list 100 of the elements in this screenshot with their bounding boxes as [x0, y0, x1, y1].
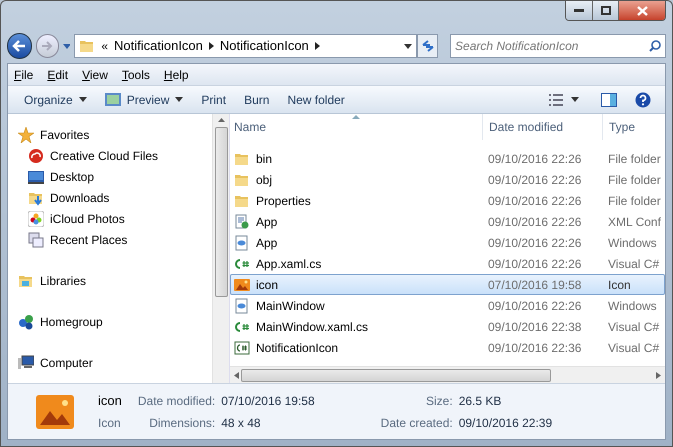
date-cell-text: 09/10/2016 22:26 — [487, 214, 582, 230]
file-row[interactable]: obj 09/10/2016 22:26 File folder — [230, 169, 665, 190]
toolbar-button[interactable]: Print — [195, 88, 232, 110]
file-name: bin — [256, 150, 272, 168]
file-name: App — [256, 214, 278, 230]
detail-value: 09/10/2016 22:39 — [458, 414, 552, 432]
picture-icon — [234, 276, 250, 292]
toolbar-button[interactable]: Organize — [18, 88, 93, 110]
file-name: icon — [256, 276, 278, 294]
nav-item[interactable]: iCloud Photos — [18, 208, 212, 229]
list-view-icon — [549, 94, 563, 106]
nav-item[interactable]: Homegroup — [18, 311, 212, 332]
back-button[interactable] — [7, 33, 32, 59]
minimize-button[interactable] — [566, 1, 593, 20]
close-icon — [636, 6, 648, 16]
detail-label: Size: — [425, 392, 453, 410]
homegroup-icon — [18, 314, 34, 330]
nav-item[interactable]: Libraries — [18, 270, 212, 291]
file-name: Properties — [256, 192, 311, 210]
document-icon — [234, 214, 250, 230]
type-cell-text: XML Conf — [607, 214, 661, 230]
scrollbar[interactable] — [212, 114, 229, 383]
date-cell-text: 09/10/2016 22:26 — [487, 192, 582, 210]
file-row[interactable]: NotificationIcon 09/10/2016 22:36 Visual C# — [230, 337, 665, 358]
computer-icon — [18, 354, 34, 370]
file-name: obj — [256, 172, 272, 188]
refresh-icon — [420, 40, 434, 52]
search-icon — [649, 40, 662, 52]
toolbar-button[interactable]: New folder — [281, 88, 351, 110]
caret-icon — [571, 97, 579, 102]
menu-item[interactable]: File — [14, 66, 34, 84]
column-header[interactable]: Name — [230, 114, 482, 140]
file-row[interactable]: App 09/10/2016 22:26 XML Conf — [230, 211, 665, 232]
date-cell-text: 09/10/2016 22:26 — [487, 256, 582, 272]
breadcrumb[interactable]: NotificationIcon — [114, 36, 203, 56]
scroll-right-arrow-icon[interactable] — [656, 372, 661, 378]
date-cell-text: 09/10/2016 22:26 — [487, 298, 582, 314]
file-row[interactable]: icon 07/10/2016 19:58 Icon — [230, 274, 665, 295]
document-icon — [234, 298, 250, 314]
column-header[interactable]: Date modified — [482, 114, 602, 140]
nav-item[interactable]: Downloads — [18, 187, 212, 208]
pane-icon — [601, 92, 617, 106]
overflow-chevron[interactable]: « — [101, 37, 108, 55]
date-cell-text: 09/10/2016 22:38 — [487, 318, 582, 336]
file-row[interactable]: Properties 09/10/2016 22:26 File folder — [230, 190, 665, 211]
refresh-button[interactable] — [417, 34, 438, 58]
scroll-up-arrow-icon[interactable] — [218, 118, 224, 122]
project-file-icon — [234, 340, 250, 356]
scroll-left-arrow-icon[interactable] — [234, 372, 239, 378]
close-button[interactable] — [619, 1, 665, 20]
file-name: App — [256, 234, 278, 252]
toolbar-button[interactable]: Burn — [238, 88, 276, 110]
menu-item[interactable]: Tools — [122, 66, 150, 84]
nav-item[interactable]: Computer — [18, 352, 212, 373]
date-cell-text: 07/10/2016 19:58 — [487, 276, 582, 294]
document-icon — [234, 234, 250, 250]
search-field[interactable]: Search NotificationIcon — [450, 34, 666, 58]
file-row[interactable]: MainWindow 09/10/2016 22:26 Windows — [230, 295, 665, 316]
picture-icon — [36, 394, 74, 428]
toolbar-button[interactable]: Preview — [98, 88, 190, 110]
maximize-button[interactable] — [593, 1, 619, 20]
type-cell-text: Visual C# — [607, 340, 660, 356]
desktop-icon — [28, 168, 44, 184]
file-name: icon — [98, 392, 122, 410]
chevron-icon — [208, 42, 214, 50]
back-arrow-icon — [12, 40, 26, 52]
date-cell-text: 09/10/2016 22:26 — [487, 234, 582, 252]
address-bar[interactable]: « NotificationIcon NotificationIcon — [74, 34, 417, 58]
file-row[interactable]: App 09/10/2016 22:26 Windows — [230, 232, 665, 253]
help-button[interactable] — [635, 92, 651, 108]
caret-icon[interactable] — [62, 44, 70, 48]
horizontal-scrollbar[interactable] — [230, 366, 665, 383]
caret-icon — [404, 44, 412, 48]
file-name: MainWindow — [256, 298, 325, 314]
file-name: NotificationIcon — [256, 340, 338, 356]
menu-item[interactable]: Help — [164, 66, 189, 84]
forward-arrow-icon — [41, 41, 54, 51]
type-cell-text: Visual C# — [607, 256, 660, 272]
nav-item[interactable]: Desktop — [18, 166, 212, 187]
nav-item[interactable]: Favorites — [18, 124, 212, 145]
nav-item[interactable]: Recent Places — [18, 229, 212, 250]
minimize-icon — [574, 8, 584, 12]
file-row[interactable]: bin 09/10/2016 22:26 File folder — [230, 148, 665, 169]
nav-item[interactable]: Creative Cloud Files — [18, 145, 212, 166]
breadcrumb[interactable]: NotificationIcon — [220, 36, 309, 56]
menu-item[interactable]: Edit — [47, 66, 68, 84]
detail-label: Dimensions: — [148, 414, 216, 432]
file-row[interactable]: App.xaml.cs 09/10/2016 22:26 Visual C# — [230, 253, 665, 274]
menu-item[interactable]: View — [82, 66, 108, 84]
type-cell-text: Windows — [607, 234, 657, 252]
date-cell-text: 09/10/2016 22:26 — [487, 172, 582, 188]
column-header[interactable]: Type — [602, 114, 665, 140]
preview-pane-button[interactable] — [601, 92, 617, 106]
file-name: App.xaml.cs — [256, 256, 322, 272]
recent-places-icon — [28, 232, 44, 248]
date-cell-text: 09/10/2016 22:36 — [487, 340, 582, 356]
maximize-icon — [600, 6, 610, 15]
type-cell-text: Windows — [607, 298, 657, 314]
cloud-icon — [28, 148, 44, 164]
file-row[interactable]: MainWindow.xaml.cs 09/10/2016 22:38 Visual C# — [230, 316, 665, 337]
